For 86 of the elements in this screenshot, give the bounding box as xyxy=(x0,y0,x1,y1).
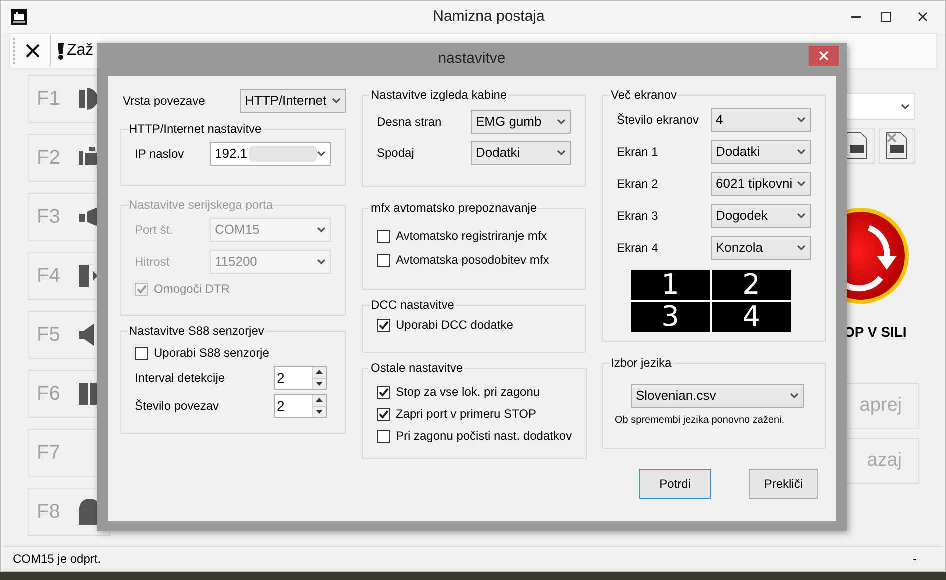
checkbox[interactable] xyxy=(377,318,390,332)
spin-up-icon[interactable] xyxy=(313,395,326,406)
checkbox-label: Pri zagonu počisti nast. dodatkov xyxy=(396,428,572,445)
blurred-text xyxy=(248,146,317,162)
checkbox-label: Avtomatsko registriranje mfx xyxy=(396,228,548,245)
dropdown[interactable]: 6021 tipkovni xyxy=(711,172,811,196)
dropdown[interactable]: Dogodek xyxy=(711,204,811,228)
number-spinner[interactable]: 2 xyxy=(274,366,327,390)
field-label: Ekran 4 xyxy=(617,240,658,257)
field-label: Port št. xyxy=(135,222,174,239)
group-title: Nastavitve S88 senzorjev xyxy=(128,323,266,340)
chevron-down-icon xyxy=(797,117,806,123)
chevron-down-icon xyxy=(317,151,326,157)
checkbox[interactable] xyxy=(377,430,390,442)
chevron-down-icon xyxy=(557,119,566,125)
window-title: Namizna postaja xyxy=(432,6,546,27)
chevron-down-icon xyxy=(317,227,326,233)
checkbox-label: Uporabi DCC dodatke xyxy=(396,317,514,334)
checkbox-label: Avtomatska posodobitev mfx xyxy=(396,252,550,269)
spin-down-icon[interactable] xyxy=(313,406,326,417)
dialog-button[interactable]: Potrdi xyxy=(639,469,712,499)
dropdown[interactable]: Slovenian.csv xyxy=(631,384,804,408)
chevron-down-icon xyxy=(557,150,566,156)
field-label: Vrsta povezave xyxy=(123,93,206,110)
field-label: Ekran 2 xyxy=(617,176,658,193)
chevron-down-icon xyxy=(797,245,806,251)
dialog-button[interactable]: Prekliči xyxy=(749,469,818,499)
close-icon xyxy=(918,12,928,22)
dropdown[interactable]: EMG gumb xyxy=(471,110,571,134)
field-label: Interval detekcije xyxy=(135,370,226,387)
maximize-icon xyxy=(881,12,891,22)
field-label: IP naslov xyxy=(135,146,184,163)
field-label: Število povezav xyxy=(135,398,220,415)
screen-number: 4 xyxy=(712,302,791,332)
checkbox-label: Uporabi S88 senzorje xyxy=(154,345,270,362)
dropdown[interactable]: Konzola xyxy=(711,236,811,260)
chevron-down-icon xyxy=(797,181,806,187)
screen-number: 2 xyxy=(712,270,791,300)
field-label: Desna stran xyxy=(377,114,442,131)
chevron-down-icon xyxy=(332,98,341,104)
field-label: Ekran 1 xyxy=(617,144,658,161)
group-title: Ostale nastavitve xyxy=(370,360,464,377)
group-title: Več ekranov xyxy=(610,87,678,104)
chevron-down-icon xyxy=(797,149,806,155)
stop-button[interactable]: Zaž xyxy=(58,39,94,63)
close-icon[interactable] xyxy=(26,44,40,58)
dropdown[interactable]: HTTP/Internet xyxy=(240,89,346,113)
screen-number: 1 xyxy=(631,270,710,300)
group-title: Nastavitve izgleda kabine xyxy=(370,87,508,104)
checkbox-label: Stop za vse lok. pri zagonu xyxy=(396,384,540,401)
hint-text: Ob spremembi jezika ponovno zaženi. xyxy=(615,414,786,428)
checkbox[interactable] xyxy=(377,408,390,420)
spin-down-icon[interactable] xyxy=(313,378,326,389)
checkbox[interactable] xyxy=(377,254,390,266)
chevron-down-icon xyxy=(317,259,326,265)
checkbox-label: Omogoči DTR xyxy=(154,281,230,298)
number-spinner[interactable]: 2 xyxy=(274,394,327,418)
checkbox[interactable] xyxy=(135,346,148,360)
field-label: Ekran 3 xyxy=(617,208,658,225)
chevron-down-icon xyxy=(901,104,910,110)
dropdown[interactable]: 192.1 xyxy=(210,142,331,166)
group-title: DCC nastavitve xyxy=(370,297,456,314)
checkbox[interactable] xyxy=(377,230,390,242)
status-text: COM15 je odprt. xyxy=(13,551,102,568)
field-label: Hitrost xyxy=(135,254,170,271)
group-title: HTTP/Internet nastavitve xyxy=(128,121,263,138)
field-label: Spodaj xyxy=(377,145,414,162)
checkbox-label: Zapri port v primeru STOP xyxy=(396,406,536,423)
group-title: Nastavitve serijskega porta xyxy=(128,197,274,214)
chevron-down-icon xyxy=(790,393,799,399)
spin-up-icon[interactable] xyxy=(313,367,326,378)
checkbox[interactable] xyxy=(377,386,390,398)
group-title: Izbor jezika xyxy=(610,355,673,372)
close-icon xyxy=(819,51,829,61)
minimize-icon xyxy=(851,16,861,18)
exclamation-icon xyxy=(58,42,64,60)
screen-number: 3 xyxy=(631,302,710,332)
dropdown[interactable]: Dodatki xyxy=(471,141,571,165)
dropdown[interactable]: 4 xyxy=(711,108,811,132)
chevron-down-icon xyxy=(797,213,806,219)
field-label: Število ekranov xyxy=(617,112,700,129)
locomotive-file-button[interactable] xyxy=(879,128,915,164)
group-title: mfx avtomatsko prepoznavanje xyxy=(370,200,538,217)
dropdown[interactable]: Dodatki xyxy=(711,140,811,164)
status-text: - xyxy=(913,551,917,568)
dialog-title: nastavitve xyxy=(438,49,506,70)
